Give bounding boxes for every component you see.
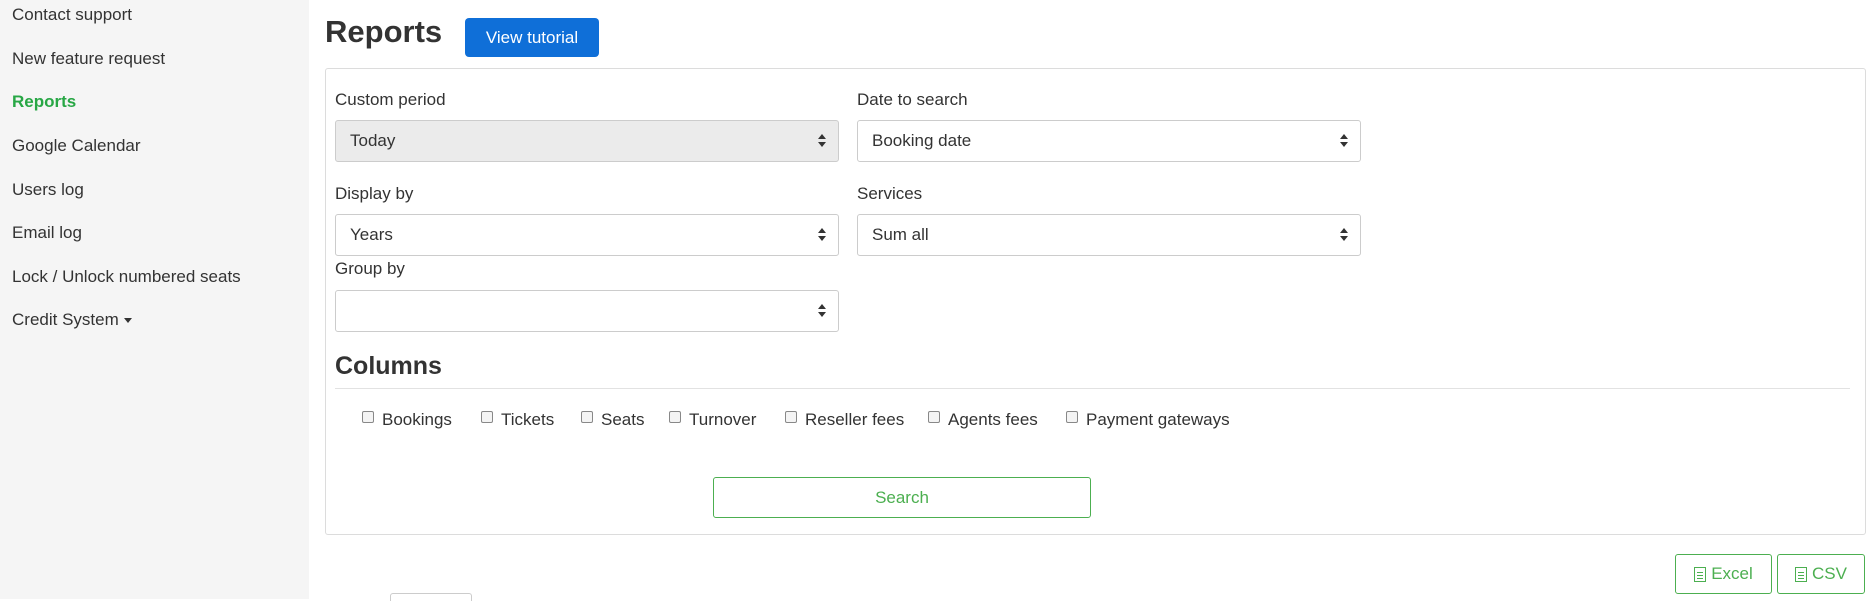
sidebar-item-lock-unlock-seats[interactable]: Lock / Unlock numbered seats (12, 267, 241, 287)
services-value: Sum all (872, 225, 929, 244)
checkbox[interactable] (1066, 411, 1078, 423)
custom-period-select[interactable]: Today (335, 120, 839, 162)
group-by-label: Group by (335, 259, 405, 278)
checkbox-label: Bookings (382, 410, 452, 429)
column-option-payment-gateways[interactable]: Payment gateways (1066, 410, 1230, 430)
checkbox[interactable] (928, 411, 940, 423)
select-arrows-icon (1340, 134, 1348, 148)
sidebar-item-contact-support[interactable]: Contact support (12, 5, 132, 25)
select-arrows-icon (818, 228, 826, 242)
checkbox-label: Turnover (689, 410, 757, 429)
export-csv-label: CSV (1812, 564, 1847, 583)
date-to-search-select[interactable]: Booking date (857, 120, 1361, 162)
display-by-value: Years (350, 225, 393, 244)
checkbox[interactable] (785, 411, 797, 423)
select-arrows-icon (818, 304, 826, 318)
checkbox-label: Tickets (501, 410, 555, 429)
column-option-seats[interactable]: Seats (581, 410, 644, 430)
column-option-agents-fees[interactable]: Agents fees (928, 410, 1038, 430)
partial-select (390, 593, 472, 601)
sidebar-item-reports[interactable]: Reports (12, 92, 76, 112)
column-option-turnover[interactable]: Turnover (669, 410, 756, 430)
checkbox-label: Payment gateways (1086, 410, 1230, 429)
display-by-label: Display by (335, 184, 414, 203)
group-by-select[interactable] (335, 290, 839, 332)
services-label: Services (857, 184, 923, 203)
custom-period-label: Custom period (335, 90, 446, 109)
export-excel-label: Excel (1711, 564, 1753, 583)
sidebar-item-label: Credit System (12, 310, 119, 329)
checkbox-label: Seats (601, 410, 645, 429)
caret-down-icon (123, 318, 132, 324)
columns-heading: Columns (335, 352, 442, 380)
custom-period-value: Today (350, 131, 396, 150)
checkbox-label: Agents fees (948, 410, 1038, 429)
checkbox[interactable] (481, 411, 493, 423)
sidebar-item-email-log[interactable]: Email log (12, 223, 82, 243)
display-by-select[interactable]: Years (335, 214, 839, 256)
checkbox[interactable] (362, 411, 374, 423)
column-option-reseller-fees[interactable]: Reseller fees (785, 410, 904, 430)
file-text-icon (1795, 566, 1808, 582)
column-option-tickets[interactable]: Tickets (481, 410, 554, 430)
sidebar-item-credit-system[interactable]: Credit System (12, 310, 132, 330)
view-tutorial-button[interactable]: View tutorial (465, 18, 599, 57)
checkbox[interactable] (669, 411, 681, 423)
sidebar-item-new-feature-request[interactable]: New feature request (12, 49, 165, 69)
column-option-bookings[interactable]: Bookings (362, 410, 452, 430)
checkbox[interactable] (581, 411, 593, 423)
select-arrows-icon (1340, 228, 1348, 242)
date-to-search-value: Booking date (872, 131, 972, 150)
export-csv-button[interactable]: CSV (1777, 554, 1865, 594)
checkbox-label: Reseller fees (805, 410, 905, 429)
file-excel-icon (1694, 566, 1707, 582)
sidebar-item-google-calendar[interactable]: Google Calendar (12, 136, 141, 156)
divider (335, 388, 1850, 389)
export-excel-button[interactable]: Excel (1675, 554, 1772, 594)
search-button[interactable]: Search (713, 477, 1091, 518)
page-title: Reports (325, 14, 443, 49)
sidebar-item-users-log[interactable]: Users log (12, 180, 84, 200)
services-select[interactable]: Sum all (857, 214, 1361, 256)
date-to-search-label: Date to search (857, 90, 968, 109)
sidebar: Contact support New feature request Repo… (0, 0, 309, 599)
select-arrows-icon (818, 134, 826, 148)
